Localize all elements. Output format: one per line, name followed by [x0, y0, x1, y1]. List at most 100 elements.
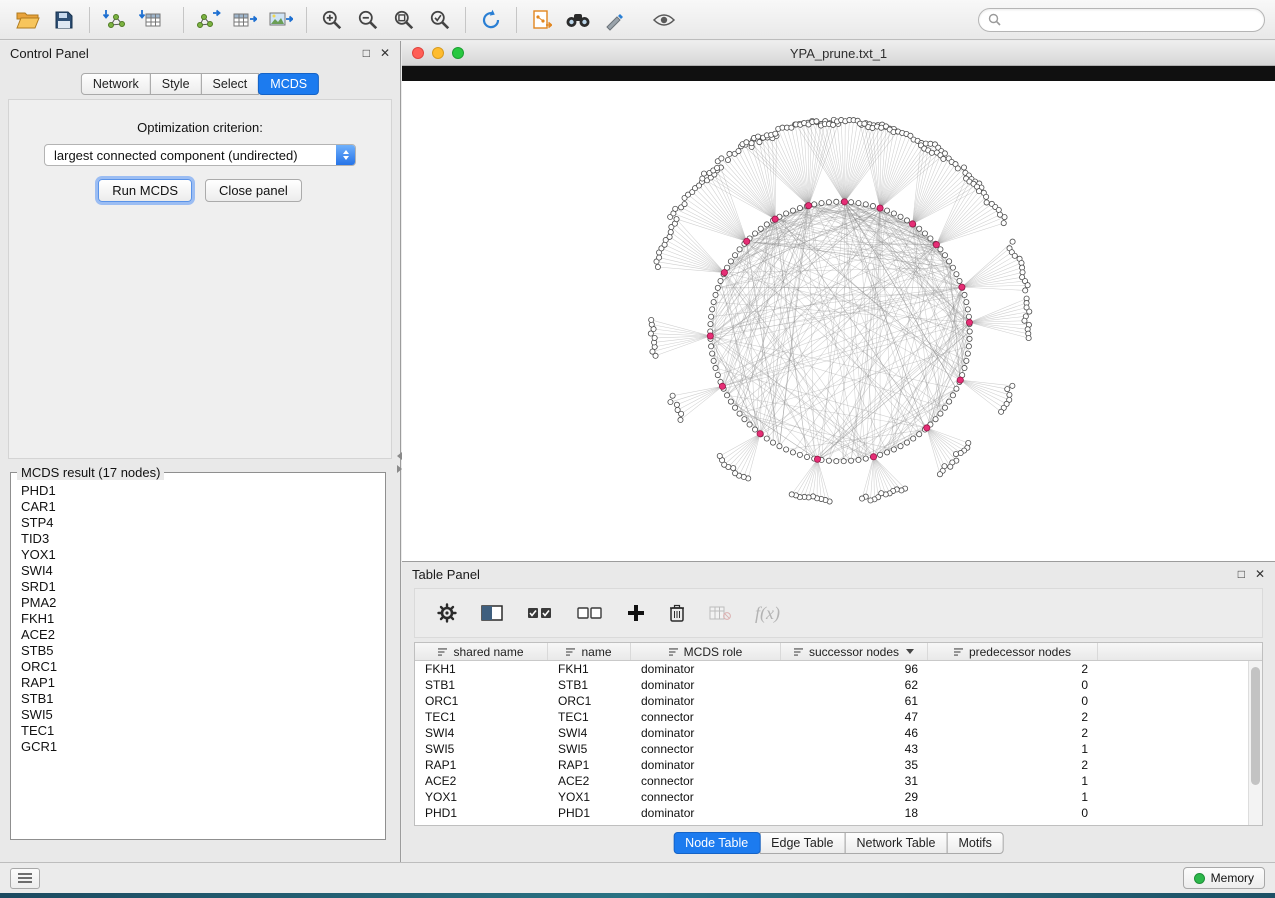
close-window-button[interactable] — [412, 47, 424, 59]
add-column-button[interactable] — [627, 604, 645, 622]
cell-successor-nodes[interactable]: 29 — [781, 789, 928, 805]
show-columns-button[interactable] — [481, 604, 503, 622]
panel-menu-button[interactable] — [10, 868, 40, 889]
export-table-button[interactable] — [227, 4, 263, 36]
mcds-result-item[interactable]: GCR1 — [21, 739, 375, 755]
mcds-result-item[interactable]: YOX1 — [21, 547, 375, 563]
cell-name[interactable]: SWI4 — [548, 725, 631, 741]
export-image-button[interactable] — [263, 4, 299, 36]
cell-predecessor-nodes[interactable]: 1 — [928, 773, 1098, 789]
cell-predecessor-nodes[interactable]: 2 — [928, 757, 1098, 773]
cell-shared-name[interactable]: PHD1 — [415, 805, 548, 821]
cell-mcds-role[interactable]: dominator — [631, 661, 781, 677]
network-window-titlebar[interactable]: YPA_prune.txt_1 — [402, 41, 1275, 66]
cell-predecessor-nodes[interactable]: 0 — [928, 693, 1098, 709]
mcds-result-item[interactable]: STP4 — [21, 515, 375, 531]
mcds-result-item[interactable]: PHD1 — [21, 483, 375, 499]
table-row[interactable]: ACE2ACE2connector311 — [415, 773, 1262, 789]
column-header-successor-nodes[interactable]: successor nodes — [781, 643, 928, 660]
search-box[interactable] — [978, 8, 1265, 32]
select-stepper-icon[interactable] — [336, 145, 355, 165]
mcds-result-item[interactable]: SWI5 — [21, 707, 375, 723]
find-button[interactable] — [560, 4, 596, 36]
network-graph[interactable] — [402, 81, 1275, 561]
cell-name[interactable]: STB1 — [548, 677, 631, 693]
tab-select[interactable]: Select — [201, 73, 260, 95]
column-header-name[interactable]: name — [548, 643, 631, 660]
cell-successor-nodes[interactable]: 96 — [781, 661, 928, 677]
cell-successor-nodes[interactable]: 18 — [781, 805, 928, 821]
zoom-fit-button[interactable] — [386, 4, 422, 36]
delete-column-button[interactable] — [669, 604, 685, 623]
zoom-in-button[interactable] — [314, 4, 350, 36]
column-header-predecessor-nodes[interactable]: predecessor nodes — [928, 643, 1098, 660]
mcds-result-item[interactable]: STB5 — [21, 643, 375, 659]
table-row[interactable]: TEC1TEC1connector472 — [415, 709, 1262, 725]
cell-mcds-role[interactable]: connector — [631, 789, 781, 805]
cell-predecessor-nodes[interactable]: 2 — [928, 661, 1098, 677]
cell-predecessor-nodes[interactable]: 0 — [928, 805, 1098, 821]
table-row[interactable]: RAP1RAP1dominator352 — [415, 757, 1262, 773]
cell-shared-name[interactable]: ACE2 — [415, 773, 548, 789]
minimize-window-button[interactable] — [432, 47, 444, 59]
mcds-result-item[interactable]: TID3 — [21, 531, 375, 547]
cell-name[interactable]: FKH1 — [548, 661, 631, 677]
import-table-button[interactable] — [133, 4, 169, 36]
cell-successor-nodes[interactable]: 62 — [781, 677, 928, 693]
cell-mcds-role[interactable]: dominator — [631, 677, 781, 693]
cell-name[interactable]: ORC1 — [548, 693, 631, 709]
mcds-result-item[interactable]: PMA2 — [21, 595, 375, 611]
tab-motifs[interactable]: Motifs — [946, 832, 1003, 854]
column-header-mcds-role[interactable]: MCDS role — [631, 643, 781, 660]
table-row[interactable]: YOX1YOX1connector291 — [415, 789, 1262, 805]
table-row[interactable]: STB1STB1dominator620 — [415, 677, 1262, 693]
refresh-button[interactable] — [473, 4, 509, 36]
cell-predecessor-nodes[interactable]: 1 — [928, 789, 1098, 805]
apply-style-button[interactable] — [596, 4, 632, 36]
table-settings-button[interactable] — [437, 603, 457, 623]
mcds-result-item[interactable]: ACE2 — [21, 627, 375, 643]
save-session-button[interactable] — [46, 4, 82, 36]
mcds-result-item[interactable]: SWI4 — [21, 563, 375, 579]
cell-successor-nodes[interactable]: 31 — [781, 773, 928, 789]
cell-successor-nodes[interactable]: 47 — [781, 709, 928, 725]
cell-shared-name[interactable]: RAP1 — [415, 757, 548, 773]
cell-successor-nodes[interactable]: 61 — [781, 693, 928, 709]
cell-shared-name[interactable]: SWI4 — [415, 725, 548, 741]
cell-successor-nodes[interactable]: 46 — [781, 725, 928, 741]
mcds-result-item[interactable]: SRD1 — [21, 579, 375, 595]
cell-mcds-role[interactable]: connector — [631, 773, 781, 789]
cell-mcds-role[interactable]: connector — [631, 741, 781, 757]
cell-shared-name[interactable]: TEC1 — [415, 709, 548, 725]
tab-network[interactable]: Network — [81, 73, 151, 95]
cell-mcds-role[interactable]: dominator — [631, 725, 781, 741]
cell-predecessor-nodes[interactable]: 2 — [928, 709, 1098, 725]
cell-mcds-role[interactable]: dominator — [631, 757, 781, 773]
cell-name[interactable]: RAP1 — [548, 757, 631, 773]
tab-node-table[interactable]: Node Table — [673, 832, 760, 854]
table-row[interactable]: FKH1FKH1dominator962 — [415, 661, 1262, 677]
splitter-collapse-handle[interactable] — [395, 448, 404, 476]
search-input[interactable] — [1007, 12, 1255, 28]
maximize-window-button[interactable] — [452, 47, 464, 59]
cell-shared-name[interactable]: STB1 — [415, 677, 548, 693]
run-mcds-button[interactable]: Run MCDS — [98, 179, 192, 202]
export-network-button[interactable] — [191, 4, 227, 36]
mcds-result-item[interactable]: RAP1 — [21, 675, 375, 691]
float-panel-icon[interactable]: □ — [363, 47, 370, 59]
cell-mcds-role[interactable]: connector — [631, 709, 781, 725]
open-session-button[interactable] — [10, 4, 46, 36]
table-row[interactable]: SWI5SWI5connector431 — [415, 741, 1262, 757]
show-hide-button[interactable] — [646, 4, 682, 36]
cell-shared-name[interactable]: YOX1 — [415, 789, 548, 805]
cell-predecessor-nodes[interactable]: 1 — [928, 741, 1098, 757]
zoom-selected-button[interactable] — [422, 4, 458, 36]
cell-name[interactable]: YOX1 — [548, 789, 631, 805]
cell-successor-nodes[interactable]: 35 — [781, 757, 928, 773]
close-panel-icon[interactable]: ✕ — [380, 47, 390, 59]
table-scrollbar-thumb[interactable] — [1251, 667, 1260, 785]
cell-name[interactable]: ACE2 — [548, 773, 631, 789]
tab-edge-table[interactable]: Edge Table — [759, 832, 845, 854]
mcds-result-item[interactable]: ORC1 — [21, 659, 375, 675]
cell-shared-name[interactable]: ORC1 — [415, 693, 548, 709]
